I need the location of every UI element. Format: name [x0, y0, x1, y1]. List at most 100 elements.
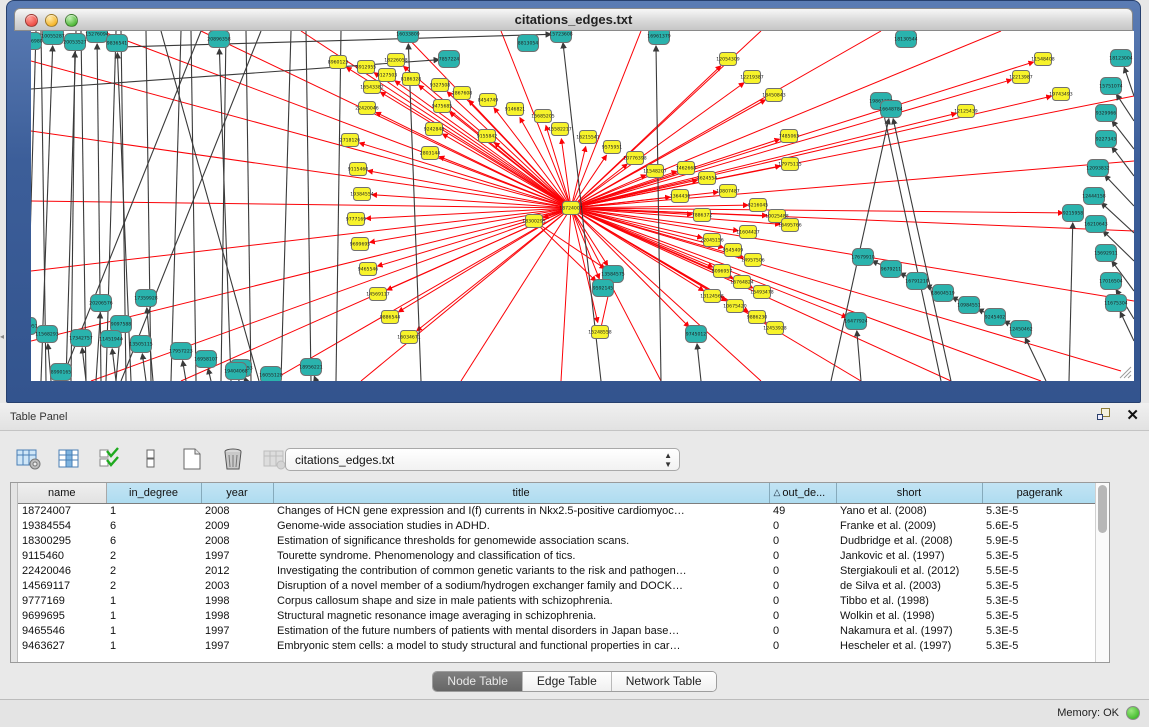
- select-rows-icon[interactable]: [96, 446, 124, 472]
- table-cell[interactable]: Structural magnetic resonance image aver…: [273, 608, 769, 623]
- table-cell[interactable]: Nakamura et al. (1997): [836, 623, 982, 638]
- table-cell[interactable]: Investigating the contribution of common…: [273, 563, 769, 578]
- close-panel-icon[interactable]: ✕: [1126, 408, 1139, 423]
- network-node[interactable]: 15276094: [85, 31, 108, 43]
- table-row[interactable]: 1456911722003Disruption of a novel membe…: [18, 578, 1097, 593]
- network-node[interactable]: 3624554: [697, 172, 718, 185]
- network-node[interactable]: 18724007: [559, 202, 582, 215]
- network-node[interactable]: 11675304: [1104, 295, 1127, 312]
- table-cell[interactable]: 2: [106, 548, 201, 563]
- network-node[interactable]: 9475685: [432, 100, 453, 113]
- table-cell[interactable]: de Silva et al. (2003): [836, 578, 982, 593]
- network-node[interactable]: 16648784: [879, 101, 902, 118]
- column-header-out-de-[interactable]: △out_de...: [769, 483, 836, 503]
- delete-icon[interactable]: [219, 446, 247, 472]
- network-node[interactable]: 18130544: [894, 31, 917, 48]
- network-node[interactable]: 9227343: [1096, 131, 1117, 148]
- column-header-name[interactable]: name: [18, 483, 106, 503]
- table-cell[interactable]: 5.9E-5: [982, 533, 1097, 548]
- network-node[interactable]: 22420046: [355, 102, 378, 115]
- network-node[interactable]: 15493478: [750, 286, 773, 299]
- zoom-window-button[interactable]: [65, 14, 78, 27]
- close-window-button[interactable]: [25, 14, 38, 27]
- network-node[interactable]: 9215958: [1063, 205, 1084, 222]
- network-node[interactable]: 9115460: [348, 163, 369, 176]
- network-node[interactable]: 9242848: [424, 123, 445, 136]
- table-cell[interactable]: Dudbridge et al. (2008): [836, 533, 982, 548]
- table-cell[interactable]: 1: [106, 623, 201, 638]
- network-node[interactable]: 16210643: [1084, 216, 1107, 233]
- network-node[interactable]: 19384554: [350, 188, 373, 201]
- network-node[interactable]: 16477924: [844, 313, 867, 330]
- minimize-window-button[interactable]: [45, 14, 58, 27]
- table-row[interactable]: 1938455462009Genome-wide association stu…: [18, 518, 1097, 533]
- table-cell[interactable]: Yano et al. (2008): [836, 503, 982, 518]
- table-cell[interactable]: 9699695: [18, 608, 106, 623]
- table-cell[interactable]: Changes of HCN gene expression and I(f) …: [273, 503, 769, 518]
- network-canvas[interactable]: 1872400789601238912955182260589127503165…: [31, 31, 1134, 381]
- table-settings-icon[interactable]: [14, 446, 42, 472]
- table-cell[interactable]: 1: [106, 608, 201, 623]
- network-node[interactable]: 16961379: [647, 31, 670, 45]
- table-cell[interactable]: 5.3E-5: [982, 638, 1097, 653]
- network-node[interactable]: 8990165: [51, 364, 72, 381]
- table-cell[interactable]: 2: [106, 563, 201, 578]
- table-cell[interactable]: 5.6E-5: [982, 518, 1097, 533]
- column-header-pagerank[interactable]: pagerank: [982, 483, 1097, 503]
- network-node[interactable]: 16034671: [397, 331, 420, 344]
- table-cell[interactable]: 0: [769, 593, 836, 608]
- network-node[interactable]: 9327508: [430, 79, 451, 92]
- tab-network-table[interactable]: Network Table: [612, 672, 716, 691]
- table-cell[interactable]: 0: [769, 623, 836, 638]
- table-row[interactable]: 911546021997Tourette syndrome. Phenomeno…: [18, 548, 1097, 563]
- table-cell[interactable]: 18300295: [18, 533, 106, 548]
- table-cell[interactable]: Genome-wide association studies in ADHD.: [273, 518, 769, 533]
- network-node[interactable]: 17679910: [851, 249, 874, 266]
- network-node[interactable]: 13124568: [700, 290, 723, 303]
- network-node[interactable]: 9146821: [505, 103, 526, 116]
- network-node[interactable]: 16791210: [905, 273, 928, 290]
- table-cell[interactable]: 1: [106, 503, 201, 518]
- table-cell[interactable]: Corpus callosum shape and size in male p…: [273, 593, 769, 608]
- network-node[interactable]: 11548408: [1031, 53, 1054, 66]
- table-cell[interactable]: 5.3E-5: [982, 548, 1097, 563]
- network-node[interactable]: 15248558: [588, 326, 611, 339]
- resize-grip-icon[interactable]: [1116, 363, 1132, 379]
- table-cell[interactable]: 1998: [201, 608, 273, 623]
- network-node[interactable]: 12213987: [1009, 71, 1032, 84]
- network-node[interactable]: 15685205: [531, 110, 554, 123]
- network-node[interactable]: 17016504: [1099, 273, 1122, 290]
- column-header-short[interactable]: short: [836, 483, 982, 503]
- network-node[interactable]: 19404068: [224, 363, 247, 380]
- table-cell[interactable]: Disruption of a novel member of a sodium…: [273, 578, 769, 593]
- table-cell[interactable]: Stergiakouli et al. (2012): [836, 563, 982, 578]
- network-node[interactable]: 9329966: [1096, 105, 1117, 122]
- network-node[interactable]: 12093832: [1086, 160, 1109, 177]
- network-node[interactable]: 15751074: [1099, 78, 1122, 95]
- table-cell[interactable]: 5.3E-5: [982, 578, 1097, 593]
- row-height-icon[interactable]: [137, 446, 165, 472]
- table-row[interactable]: 1872400712008Changes of HCN gene express…: [18, 503, 1097, 518]
- network-node[interactable]: 7485063: [779, 130, 800, 143]
- table-cell[interactable]: 1: [106, 638, 201, 653]
- scrollbar-thumb[interactable]: [1098, 485, 1107, 533]
- table-cell[interactable]: Tourette syndrome. Phenomenology and cla…: [273, 548, 769, 563]
- table-cell[interactable]: Embryonic stem cells: a model to study s…: [273, 638, 769, 653]
- network-node[interactable]: 12444158: [1082, 188, 1105, 205]
- table-row[interactable]: 946554611997Estimation of the future num…: [18, 623, 1097, 638]
- table-cell[interactable]: 2008: [201, 533, 273, 548]
- network-node[interactable]: 19743493: [1049, 88, 1072, 101]
- table-cell[interactable]: 2012: [201, 563, 273, 578]
- table-cell[interactable]: 0: [769, 533, 836, 548]
- network-node[interactable]: 16958107: [194, 351, 217, 368]
- table-cell[interactable]: 5.3E-5: [982, 503, 1097, 518]
- table-cell[interactable]: 2: [106, 578, 201, 593]
- network-node[interactable]: 7857224: [439, 51, 460, 68]
- table-cell[interactable]: 0: [769, 548, 836, 563]
- table-cell[interactable]: 6: [106, 518, 201, 533]
- table-cell[interactable]: 22420046: [18, 563, 106, 578]
- network-node[interactable]: 8186328: [401, 73, 422, 86]
- network-node[interactable]: 9465546: [358, 263, 379, 276]
- network-window[interactable]: citations_edges.txt 18724007896012389129…: [6, 0, 1141, 403]
- network-node[interactable]: 8216045: [748, 199, 769, 212]
